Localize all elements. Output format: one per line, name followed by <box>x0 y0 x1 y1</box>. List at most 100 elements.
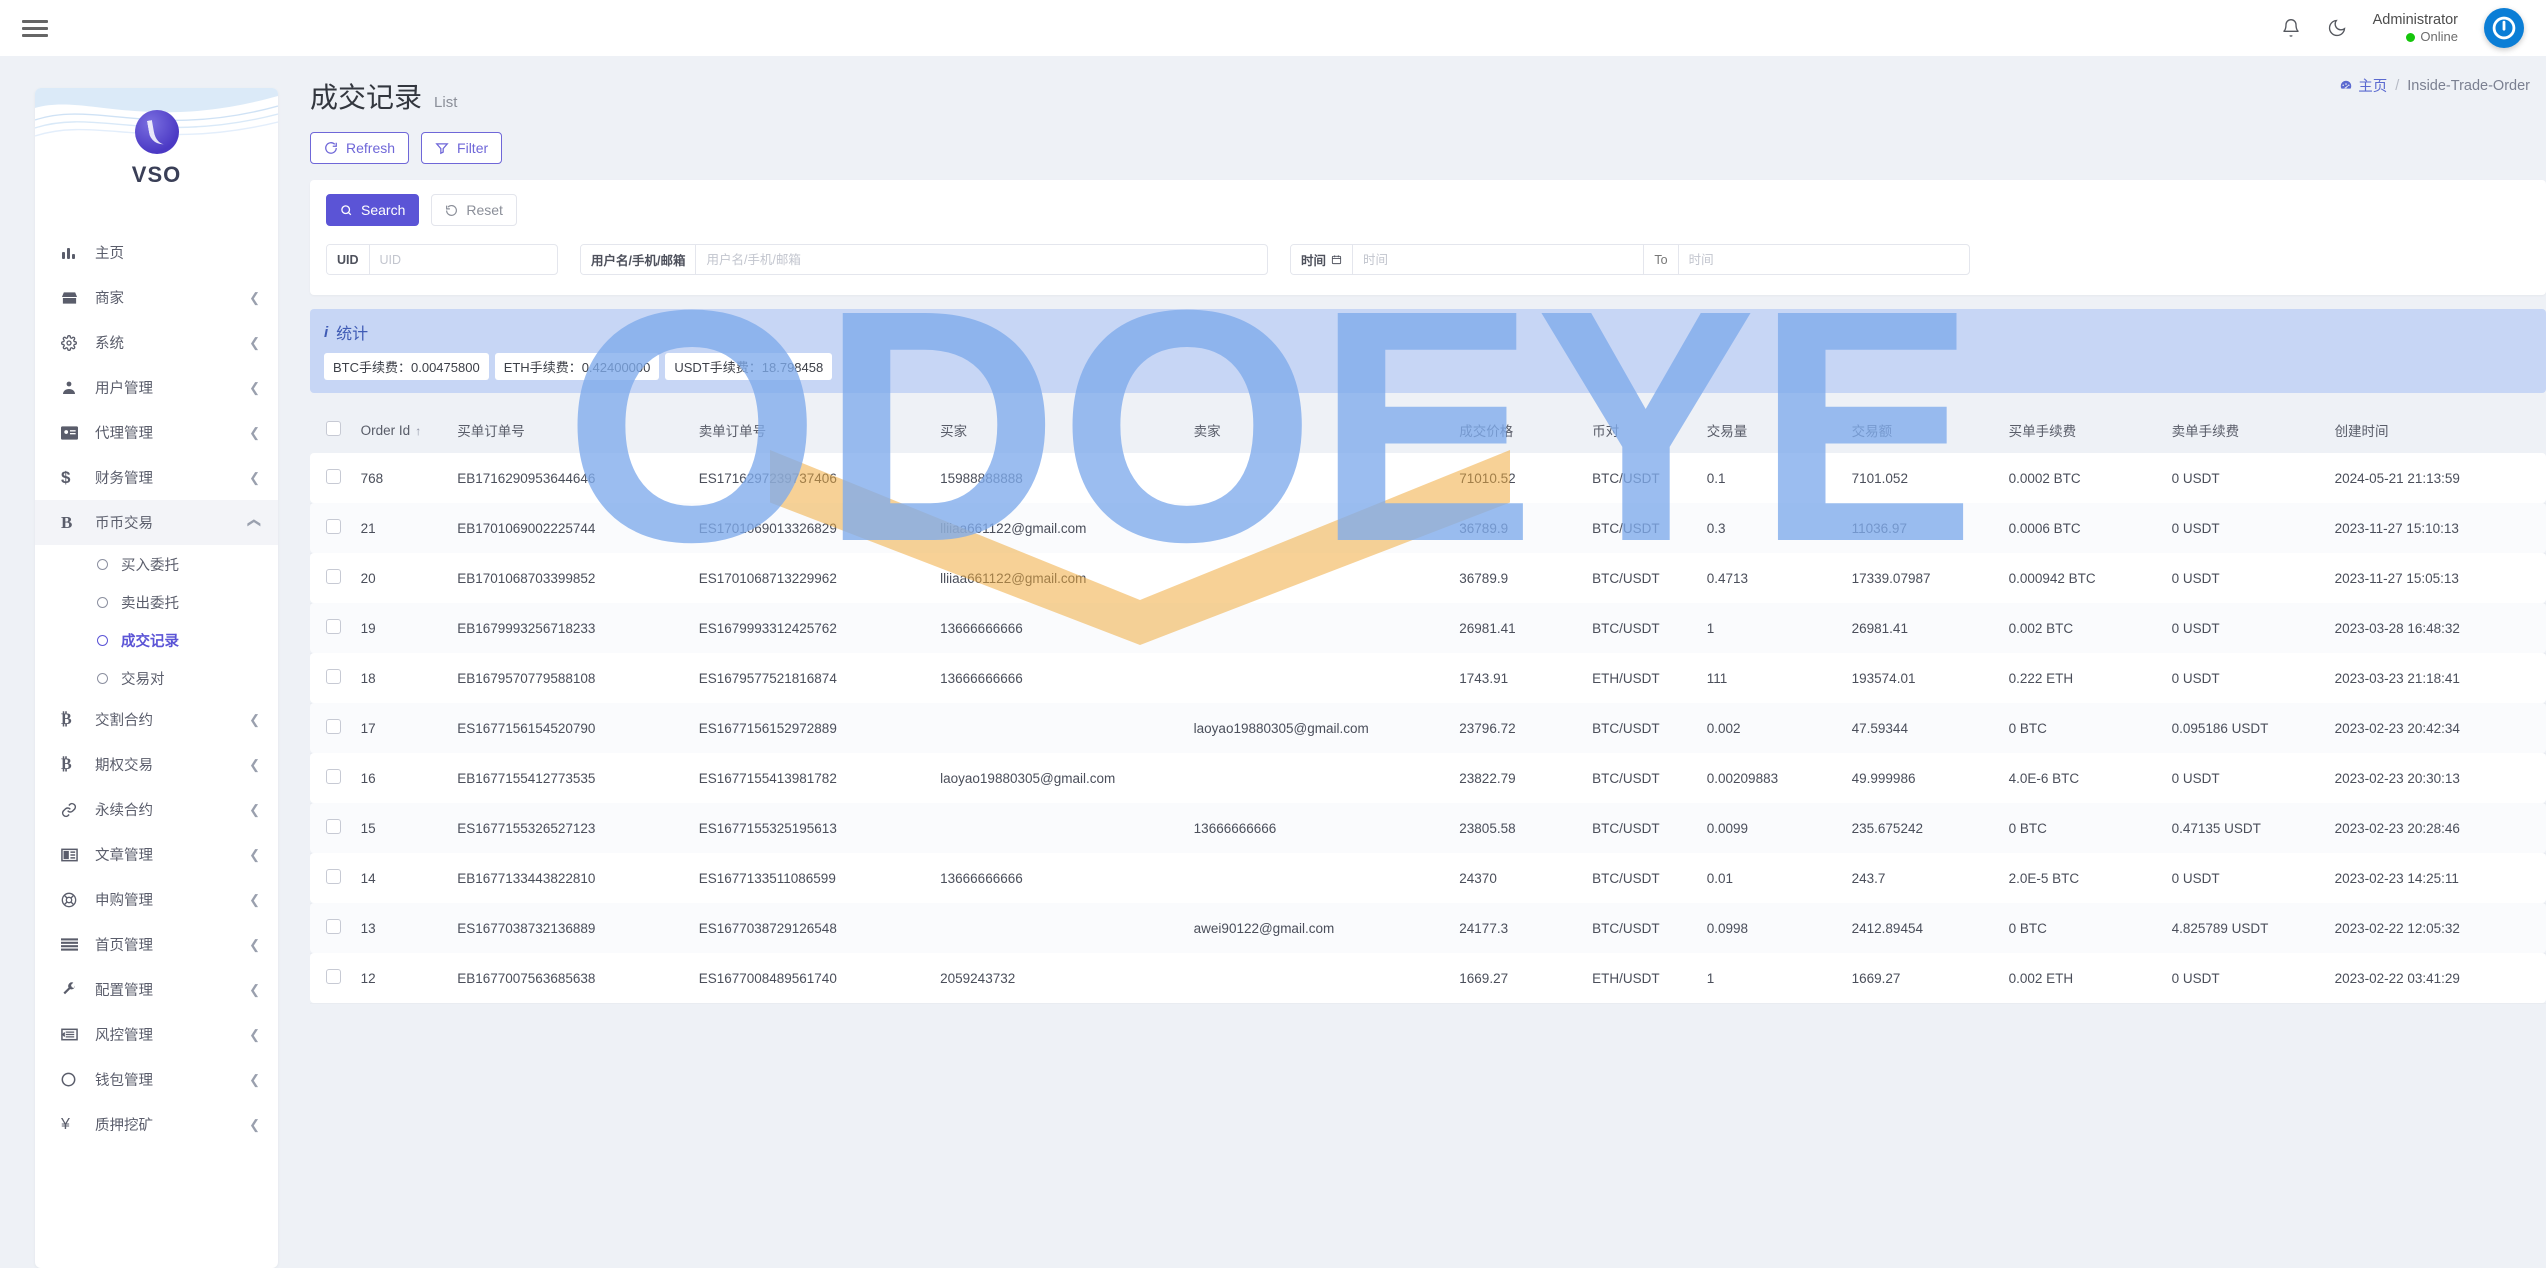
table-row[interactable]: 12 EB1677007563685638 ES1677008489561740 20… <box>310 953 2546 1003</box>
bell-icon[interactable] <box>2281 18 2301 38</box>
table-body: 768 EB1716290953644646 ES1716297239737406 1… <box>310 453 2546 1003</box>
sidebar-subitem-trading-pair[interactable]: 交易对 <box>35 659 278 697</box>
merchant-icon <box>61 290 83 306</box>
username-field[interactable]: 用户名/手机/邮箱 <box>580 244 1268 275</box>
circle-icon <box>97 596 108 608</box>
cell-sell-order: ES1677008489561740 <box>692 953 935 1003</box>
date-from-input[interactable] <box>1353 245 1644 274</box>
refresh-button[interactable]: Refresh <box>310 132 410 164</box>
cell-created: 2023-02-23 20:28:46 <box>2328 803 2546 853</box>
sidebar-item-wallet-management[interactable]: 钱包管理 ❮ <box>35 1057 278 1102</box>
cell-price: 23822.79 <box>1453 753 1587 803</box>
filter-button[interactable]: Filter <box>421 132 503 164</box>
column-created: 创建时间 <box>2328 407 2546 453</box>
sidebar-item-system[interactable]: 系统 ❮ <box>35 320 278 365</box>
cell-amount: 11036.97 <box>1845 503 2003 553</box>
row-checkbox[interactable] <box>326 919 341 934</box>
sidebar-item-label: 配置管理 <box>95 983 153 999</box>
row-checkbox[interactable] <box>326 669 341 684</box>
cell-created: 2023-02-23 20:42:34 <box>2328 703 2546 753</box>
table-row[interactable]: 19 EB1679993256718233 ES1679993312425762 13… <box>310 603 2546 653</box>
cell-order-id: 16 <box>354 753 452 803</box>
list-icon <box>61 938 83 951</box>
sidebar-subitem-sell-order[interactable]: 卖出委托 <box>35 583 278 621</box>
breadcrumb-home[interactable]: 主页 <box>2339 75 2387 96</box>
sidebar-item-config-management[interactable]: 配置管理 ❮ <box>35 967 278 1012</box>
cell-amount: 243.7 <box>1845 853 2003 903</box>
sidebar-item-risk-management[interactable]: 风控管理 ❮ <box>35 1012 278 1057</box>
sidebar-subitem-buy-order[interactable]: 买入委托 <box>35 545 278 583</box>
row-checkbox[interactable] <box>326 619 341 634</box>
moon-icon[interactable] <box>2327 18 2347 38</box>
sidebar-item-staking-mining[interactable]: ¥ 质押挖矿 ❮ <box>35 1102 278 1147</box>
row-checkbox[interactable] <box>326 819 341 834</box>
row-checkbox[interactable] <box>326 469 341 484</box>
sidebar-item-perpetual-contract[interactable]: 永续合约 ❮ <box>35 787 278 832</box>
sidebar-item-option-trade[interactable]: ₿ 期权交易 ❮ <box>35 742 278 787</box>
cell-price: 36789.9 <box>1453 503 1587 553</box>
sidebar-item-subscription-management[interactable]: 申购管理 ❮ <box>35 877 278 922</box>
table-row[interactable]: 17 ES1677156154520790 ES1677156152972889 la… <box>310 703 2546 753</box>
row-checkbox[interactable] <box>326 719 341 734</box>
column-buyer: 买家 <box>934 407 1188 453</box>
sidebar-item-article-management[interactable]: 文章管理 ❮ <box>35 832 278 877</box>
hamburger-icon[interactable] <box>22 16 48 41</box>
sidebar-subitem-trade-record[interactable]: 成交记录 <box>35 621 278 659</box>
chevron-right-icon: ❮ <box>249 936 260 952</box>
sidebar-item-delivery-contract[interactable]: ₿ 交割合约 ❮ <box>35 697 278 742</box>
user-info[interactable]: Administrator Online <box>2373 11 2458 45</box>
sidebar-item-label: 用户管理 <box>95 381 153 397</box>
reset-button[interactable]: Reset <box>431 194 517 226</box>
row-checkbox[interactable] <box>326 869 341 884</box>
table-row[interactable]: 14 EB1677133443822810 ES1677133511086599 13… <box>310 853 2546 903</box>
uid-field[interactable]: UID <box>326 244 558 275</box>
table-row[interactable]: 15 ES1677155326527123 ES1677155325195613 13… <box>310 803 2546 853</box>
breadcrumb-separator: / <box>2395 77 2400 94</box>
date-to-input[interactable] <box>1678 245 1969 274</box>
sidebar-item-home[interactable]: 主页 <box>35 230 278 275</box>
cell-seller: laoyao19880305@gmail.com <box>1187 703 1454 753</box>
sidebar-item-finance-management[interactable]: $ 财务管理 ❮ <box>35 455 278 500</box>
stat-chip-eth-fee: ETH手续费：0.42400000 <box>494 353 660 380</box>
sidebar-item-agent-management[interactable]: 代理管理 ❮ <box>35 410 278 455</box>
sidebar-item-merchant[interactable]: 商家 ❮ <box>35 275 278 320</box>
table-row[interactable]: 13 ES1677038732136889 ES1677038729126548 aw… <box>310 903 2546 953</box>
table-row[interactable]: 18 EB1679570779588108 ES1679577521816874 13… <box>310 653 2546 703</box>
sidebar-item-coin-trade[interactable]: B 币币交易 ❮ <box>35 500 278 545</box>
chevron-right-icon: ❮ <box>249 469 260 485</box>
row-select-cell <box>310 453 355 503</box>
column-order-id[interactable]: Order Id ↑ <box>354 407 452 453</box>
cell-sell-fee: 0 USDT <box>2165 853 2329 903</box>
filter-label: Filter <box>457 140 489 156</box>
table-row[interactable]: 21 EB1701069002225744 ES1701069013326829 ll… <box>310 503 2546 553</box>
wrench-icon <box>61 981 83 998</box>
row-checkbox[interactable] <box>326 569 341 584</box>
row-checkbox[interactable] <box>326 969 341 984</box>
username-input[interactable] <box>696 245 1267 274</box>
cell-seller <box>1187 503 1454 553</box>
select-all-checkbox[interactable] <box>326 421 341 436</box>
row-select-cell <box>310 603 355 653</box>
cell-pair: BTC/USDT <box>1586 753 1701 803</box>
cell-amount: 17339.07987 <box>1845 553 2003 603</box>
cell-created: 2023-11-27 15:10:13 <box>2328 503 2546 553</box>
search-button[interactable]: Search <box>326 194 420 226</box>
cell-sell-order: ES1677155325195613 <box>692 803 935 853</box>
sidebar-item-homepage-management[interactable]: 首页管理 ❮ <box>35 922 278 967</box>
cell-amount: 7101.052 <box>1845 453 2003 503</box>
topbar-right: Administrator Online <box>2281 8 2524 48</box>
cell-price: 1669.27 <box>1453 953 1587 1003</box>
sidebar-item-label: 风控管理 <box>95 1028 153 1044</box>
table-row[interactable]: 16 EB1677155412773535 ES1677155413981782 la… <box>310 753 2546 803</box>
date-range-field[interactable]: 时间 To <box>1290 244 1970 275</box>
uid-input[interactable] <box>369 245 557 274</box>
sidebar-item-user-management[interactable]: 用户管理 ❮ <box>35 365 278 410</box>
row-select-cell <box>310 553 355 603</box>
table-row[interactable]: 768 EB1716290953644646 ES1716297239737406 1… <box>310 453 2546 503</box>
sidebar-item-label: 永续合约 <box>95 803 153 819</box>
column-buy-order: 买单订单号 <box>451 407 693 453</box>
table-row[interactable]: 20 EB1701068703399852 ES1701068713229962 ll… <box>310 553 2546 603</box>
row-checkbox[interactable] <box>326 519 341 534</box>
row-checkbox[interactable] <box>326 769 341 784</box>
avatar[interactable] <box>2484 8 2524 48</box>
